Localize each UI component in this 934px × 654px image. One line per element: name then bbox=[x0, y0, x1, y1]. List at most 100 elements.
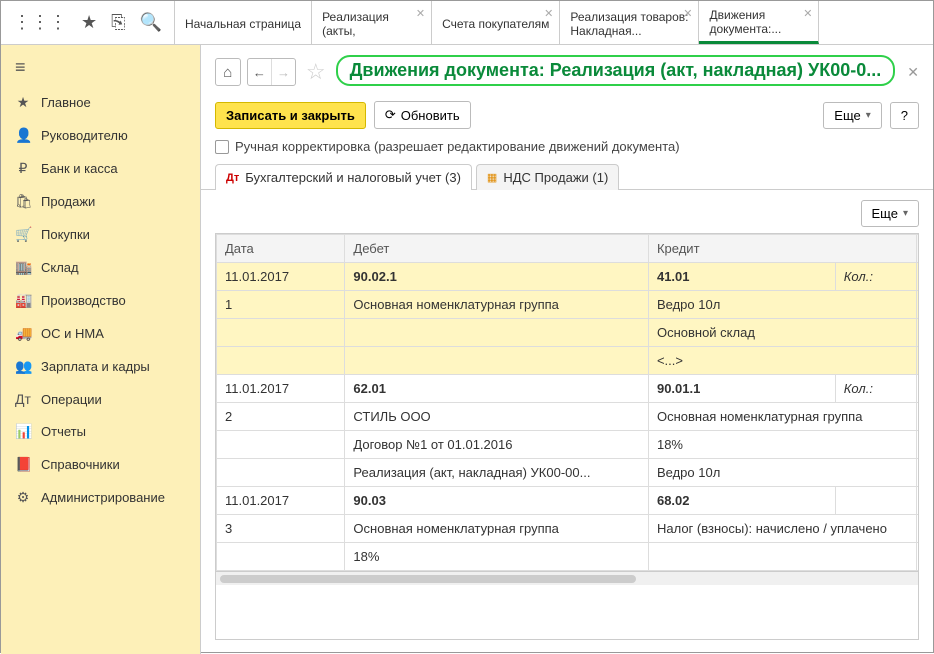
sidebar-item-label: Отчеты bbox=[41, 424, 86, 439]
movements-table: Дата Дебет Кредит Сумм 11.01.201790.02.1… bbox=[216, 234, 919, 571]
sidebar-item[interactable]: 👤Руководителю bbox=[1, 119, 200, 152]
document-tab[interactable]: Начальная страница bbox=[175, 1, 312, 44]
sidebar-item[interactable]: 🛍 Продажи bbox=[1, 185, 200, 218]
sidebar-item[interactable]: 🏭Производство bbox=[1, 284, 200, 317]
home-button[interactable]: ⌂ bbox=[215, 58, 241, 86]
sidebar-item-icon: ★ bbox=[15, 94, 31, 111]
close-icon[interactable]: ✕ bbox=[683, 7, 692, 20]
sidebar-item-label: Администрирование bbox=[41, 490, 165, 505]
close-icon[interactable]: ✕ bbox=[907, 64, 919, 81]
tab-label: Реализация товаров: bbox=[570, 10, 688, 24]
tab-icon: ▦ bbox=[487, 171, 497, 184]
sidebar-item-label: Зарплата и кадры bbox=[41, 359, 150, 374]
sidebar-item-icon: ₽ bbox=[15, 160, 31, 177]
col-debit[interactable]: Дебет bbox=[345, 235, 649, 263]
sidebar-item[interactable]: ₽ Банк и касса bbox=[1, 152, 200, 185]
table-subrow[interactable]: 2СТИЛЬ ООООсновная номенклатурная группа… bbox=[217, 403, 920, 431]
sidebar-item[interactable]: 🚚 ОС и НМА bbox=[1, 317, 200, 350]
manual-correction-row: Ручная корректировка (разрешает редактир… bbox=[201, 137, 933, 164]
tab-label: Реализация bbox=[322, 10, 421, 24]
inner-tabs: Дт Бухгалтерский и налоговый учет (3) ▦ НДС… bbox=[201, 164, 933, 190]
search-icon[interactable]: 🔍 bbox=[140, 12, 162, 33]
col-date[interactable]: Дата bbox=[217, 235, 345, 263]
sidebar-item-icon: 🏭 bbox=[15, 292, 31, 309]
sidebar-item-label: Покупки bbox=[41, 227, 90, 242]
horizontal-scrollbar[interactable] bbox=[216, 571, 918, 585]
col-sum[interactable]: Сумм bbox=[917, 235, 919, 263]
table-row[interactable]: 11.01.201790.02.141.01Кол.:1,000 bbox=[217, 263, 920, 291]
sidebar-item[interactable]: ⚙ Администрирование bbox=[1, 481, 200, 514]
help-button[interactable]: ? bbox=[890, 102, 919, 129]
table-header-row: Дата Дебет Кредит Сумм bbox=[217, 235, 920, 263]
table-subrow[interactable]: Договор №1 от 01.01.201618%това bbox=[217, 431, 920, 459]
sidebar-item[interactable]: 👥 Зарплата и кадры bbox=[1, 350, 200, 383]
document-tab[interactable]: Счета покупателям✕ bbox=[432, 1, 560, 44]
top-toolbar: ⋮⋮⋮ ★ ⎘ 🔍 Начальная страницаРеализация(а… bbox=[1, 1, 933, 45]
sidebar-item-icon: ⚙ bbox=[15, 489, 31, 506]
star-icon[interactable]: ★ bbox=[81, 12, 97, 33]
nav-back-forward[interactable]: ← → bbox=[247, 58, 296, 86]
sidebar-item-label: ОС и НМА bbox=[41, 326, 104, 341]
document-tab[interactable]: Реализация(акты,✕ bbox=[312, 1, 432, 44]
tab-label: Бухгалтерский и налоговый учет (3) bbox=[245, 170, 461, 185]
forward-icon[interactable]: → bbox=[271, 59, 295, 85]
menu-icon[interactable]: ≡ bbox=[1, 49, 200, 86]
close-icon[interactable]: ✕ bbox=[803, 7, 812, 20]
document-tabs: Начальная страницаРеализация(акты,✕Счета… bbox=[175, 1, 933, 44]
clipboard-icon[interactable]: ⎘ bbox=[111, 12, 125, 33]
close-icon[interactable]: ✕ bbox=[416, 7, 425, 20]
action-bar: Записать и закрыть ⟳Обновить Еще ? bbox=[201, 95, 933, 137]
table-subrow[interactable]: 18%това bbox=[217, 543, 920, 571]
sidebar-item[interactable]: ДтОперации bbox=[1, 383, 200, 415]
sidebar-item[interactable]: 🛒 Покупки bbox=[1, 218, 200, 251]
inner-tab[interactable]: ▦ НДС Продажи (1) bbox=[476, 164, 619, 190]
save-close-button[interactable]: Записать и закрыть bbox=[215, 102, 366, 129]
sidebar-item-label: Банк и касса bbox=[41, 161, 118, 176]
sidebar-item[interactable]: 📊Отчеты bbox=[1, 415, 200, 448]
grid-wrapper: Дата Дебет Кредит Сумм 11.01.201790.02.1… bbox=[215, 233, 919, 640]
page-header: ⌂ ← → ☆ Движения документа: Реализация (… bbox=[201, 45, 933, 95]
manual-correction-label: Ручная корректировка (разрешает редактир… bbox=[235, 139, 680, 154]
document-tab[interactable]: Реализация товаров:Накладная...✕ bbox=[560, 1, 699, 44]
refresh-icon: ⟳ bbox=[385, 107, 396, 123]
sidebar-item[interactable]: 📕Справочники bbox=[1, 448, 200, 481]
manual-correction-checkbox[interactable] bbox=[215, 140, 229, 154]
apps-icon[interactable]: ⋮⋮⋮ bbox=[13, 12, 67, 33]
table-subrow[interactable]: 3Основная номенклатурная группаНалог (вз… bbox=[217, 515, 920, 543]
table-subrow[interactable]: Реализация (акт, накладная) УК00-00...Ве… bbox=[217, 459, 920, 487]
sidebar-item-icon: 🚚 bbox=[15, 325, 31, 342]
sidebar-item-icon: 👥 bbox=[15, 358, 31, 375]
more-button[interactable]: Еще bbox=[823, 102, 881, 129]
document-tab[interactable]: Движениядокумента:...✕ bbox=[699, 1, 819, 44]
sidebar-item[interactable]: 🏬 Склад bbox=[1, 251, 200, 284]
table-row[interactable]: 11.01.201790.0368.02 bbox=[217, 487, 920, 515]
tab-label: Движения bbox=[709, 8, 808, 22]
table-row[interactable]: 11.01.201762.0190.01.1Кол.:1,000 bbox=[217, 375, 920, 403]
sidebar-item-label: Продажи bbox=[41, 194, 95, 209]
inner-tab[interactable]: Дт Бухгалтерский и налоговый учет (3) bbox=[215, 164, 472, 190]
sidebar-item-icon: 👤 bbox=[15, 127, 31, 144]
favorite-star-icon[interactable]: ☆ bbox=[306, 59, 326, 85]
sidebar-item[interactable]: ★ Главное bbox=[1, 86, 200, 119]
table-area: Еще Дата Дебет Кредит Сумм 1 bbox=[201, 190, 933, 654]
tab-label: Счета покупателям bbox=[442, 17, 549, 31]
close-icon[interactable]: ✕ bbox=[544, 7, 553, 20]
sidebar-item-icon: 🛒 bbox=[15, 226, 31, 243]
tab-label: НДС Продажи (1) bbox=[503, 170, 608, 185]
sidebar-item-icon: 🛍 bbox=[15, 193, 31, 210]
col-credit[interactable]: Кредит bbox=[648, 235, 917, 263]
refresh-button[interactable]: ⟳Обновить bbox=[374, 101, 471, 129]
sidebar: ≡ ★ Главное 👤Руководителю ₽ Банк и касса 🛍 Прод… bbox=[1, 45, 201, 654]
table-subrow[interactable]: 1Основная номенклатурная группаВедро 10л… bbox=[217, 291, 920, 319]
back-icon[interactable]: ← bbox=[248, 59, 272, 85]
tab-icon: Дт bbox=[226, 172, 239, 184]
table-subrow[interactable]: <...> bbox=[217, 347, 920, 375]
sidebar-item-label: Главное bbox=[41, 95, 91, 110]
sidebar-item-icon: 📕 bbox=[15, 456, 31, 473]
sidebar-item-icon: Дт bbox=[15, 391, 31, 407]
sidebar-item-label: Склад bbox=[41, 260, 79, 275]
table-more-button[interactable]: Еще bbox=[861, 200, 919, 227]
content-area: ⌂ ← → ☆ Движения документа: Реализация (… bbox=[201, 45, 933, 654]
table-subrow[interactable]: Основной складтова bbox=[217, 319, 920, 347]
sidebar-item-icon: 🏬 bbox=[15, 259, 31, 276]
